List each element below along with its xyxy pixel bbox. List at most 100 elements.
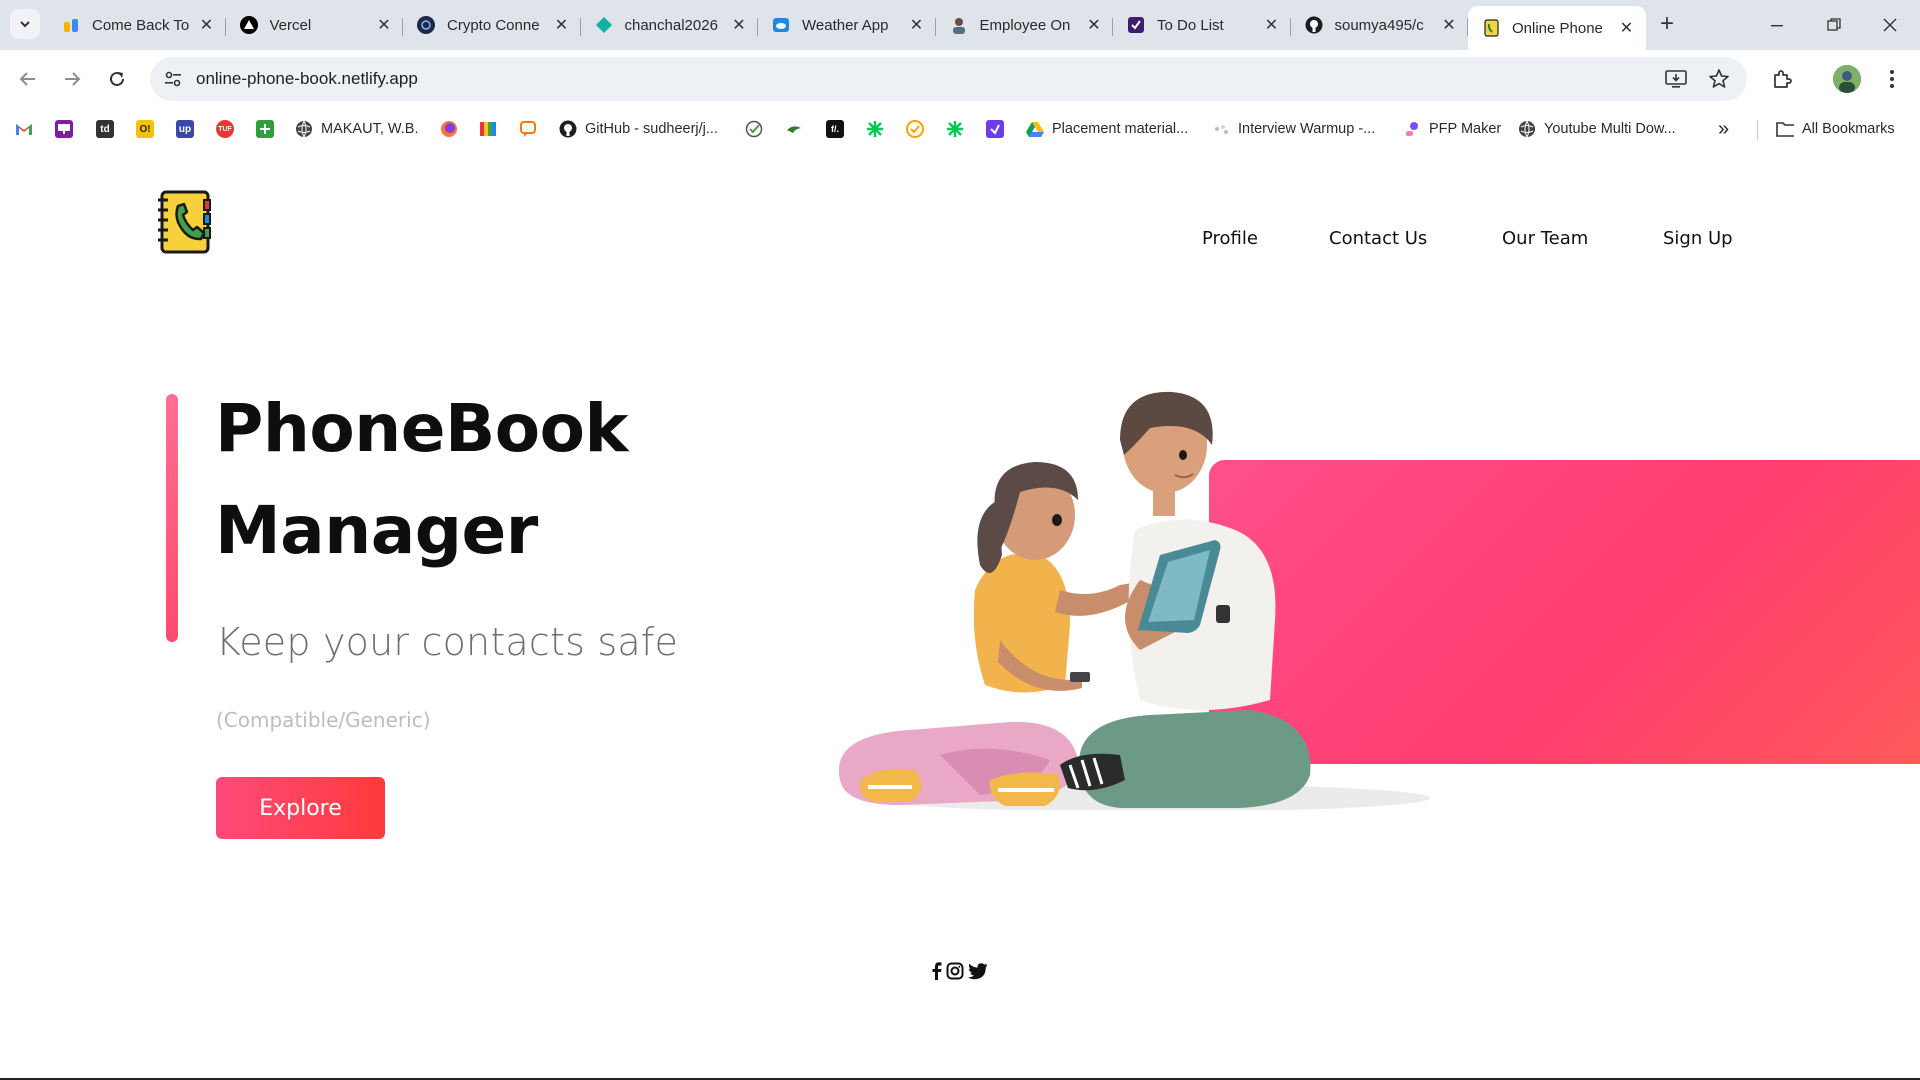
bookmark-chat[interactable] (519, 118, 537, 140)
bookmark-youtube-dl[interactable]: Youtube Multi Dow... (1518, 118, 1676, 140)
bookmark-orange-check[interactable] (906, 118, 924, 140)
folder-icon (1776, 120, 1794, 138)
site-logo[interactable] (156, 190, 212, 254)
bookmark-asterisk[interactable] (866, 118, 884, 140)
nav-profile[interactable]: Profile (1202, 228, 1258, 249)
extensions-button[interactable] (1768, 65, 1796, 93)
github-icon (1305, 16, 1323, 34)
o-icon: O! (136, 120, 154, 138)
explore-button[interactable]: Explore (216, 777, 385, 839)
close-icon[interactable]: ✕ (1440, 16, 1458, 34)
install-app-icon[interactable] (1664, 67, 1688, 91)
reload-icon (110, 71, 124, 86)
bookmark-code[interactable]: f/. (826, 118, 844, 140)
bookmark-up[interactable]: up (176, 118, 194, 140)
forward-button[interactable] (56, 63, 88, 95)
phonebook-logo-icon (158, 190, 211, 254)
restore-button[interactable] (1806, 0, 1862, 50)
close-icon (1883, 18, 1897, 32)
nav-sign-up[interactable]: Sign Up (1663, 228, 1733, 249)
bookmark-o[interactable]: O! (136, 118, 154, 140)
tab[interactable]: soumya495/c ✕ (1291, 6, 1468, 44)
presentation-icon (55, 120, 73, 138)
close-icon[interactable]: ✕ (908, 16, 926, 34)
bookmark-label: Youtube Multi Dow... (1544, 121, 1676, 137)
tab-search-button[interactable] (10, 9, 40, 39)
window-close-button[interactable] (1862, 0, 1918, 50)
nav-our-team[interactable]: Our Team (1502, 228, 1588, 249)
tab-active[interactable]: Online Phone ✕ (1468, 6, 1646, 50)
tab[interactable]: To Do List ✕ (1113, 6, 1291, 44)
bookmark-check[interactable] (745, 118, 763, 140)
purple-icon (986, 120, 1004, 138)
bookmark-label: Interview Warmup -... (1238, 121, 1376, 137)
pfp-icon (1403, 120, 1421, 138)
bird-icon (785, 120, 803, 138)
bookmark-interview[interactable]: Interview Warmup -... (1212, 118, 1375, 140)
all-bookmarks-button[interactable]: All Bookmarks (1776, 118, 1895, 140)
twitter-link[interactable] (968, 962, 988, 980)
bookmark-label: All Bookmarks (1802, 121, 1895, 137)
bookmark-purple[interactable] (986, 118, 1004, 140)
avatar-icon (1833, 65, 1861, 93)
close-icon[interactable]: ✕ (1618, 19, 1636, 37)
reload-button[interactable] (101, 63, 133, 95)
globe-icon (295, 120, 313, 138)
bookmark-star-icon[interactable] (1707, 67, 1731, 91)
nav-contact-us[interactable]: Contact Us (1329, 228, 1427, 249)
tab[interactable]: chanchal2026 ✕ (581, 6, 758, 44)
bookmark-gmail[interactable] (15, 118, 33, 140)
tab[interactable]: Employee On ✕ (936, 6, 1113, 44)
bookmark-github[interactable]: GitHub - sudheerj/j... (559, 118, 718, 140)
close-icon[interactable]: ✕ (730, 16, 748, 34)
bookmark-pfp[interactable]: PFP Maker (1403, 118, 1501, 140)
hero-subtitle: Keep your contacts safe (216, 620, 679, 664)
tab[interactable]: Vercel ✕ (226, 6, 403, 44)
address-bar[interactable]: online-phone-book.netlify.app (150, 57, 1747, 101)
up-icon: up (176, 120, 194, 138)
profile-avatar[interactable] (1833, 65, 1861, 93)
bookmark-tuf[interactable]: TUF (216, 118, 234, 140)
tab[interactable]: Weather App ✕ (758, 6, 936, 44)
back-button[interactable] (12, 63, 44, 95)
hero-title-line2: Manager (215, 492, 538, 569)
close-icon[interactable]: ✕ (198, 16, 216, 34)
bookmark-firefox[interactable] (440, 118, 458, 140)
bookmark-placement[interactable]: Placement material... (1026, 118, 1188, 140)
browser-menu-button[interactable] (1878, 65, 1906, 93)
tuf-icon: TUF (216, 120, 234, 138)
bookmark-td[interactable]: td (96, 118, 114, 140)
tab[interactable]: Crypto Conne ✕ (403, 6, 581, 44)
hero-title-line1: PhoneBook (215, 390, 628, 467)
bookmark-bird[interactable] (785, 118, 803, 140)
bookmark-makaut[interactable]: MAKAUT, W.B. (295, 118, 419, 140)
chevron-down-icon (20, 21, 30, 28)
todo-icon (1127, 16, 1145, 34)
bookmark-green-grid[interactable] (256, 118, 274, 140)
bookmark-colorbars[interactable] (479, 118, 497, 140)
close-icon[interactable]: ✕ (375, 16, 393, 34)
tab-list: Come Back To ✕ Vercel ✕ Crypto Conne ✕ c… (48, 6, 1646, 50)
bookmark-presentation[interactable] (55, 118, 73, 140)
bookmarks-overflow-button[interactable]: » (1718, 118, 1729, 140)
tab-title: Come Back To (92, 16, 190, 34)
new-tab-button[interactable]: + (1652, 9, 1682, 39)
bookmarks-bar: td O! up TUF MAKAUT, W.B. GitHub - sudhe… (0, 108, 1920, 150)
employee-icon (950, 16, 968, 34)
url-text[interactable]: online-phone-book.netlify.app (196, 69, 418, 89)
facebook-link[interactable] (932, 962, 942, 980)
site-info-icon[interactable] (162, 68, 184, 90)
tab[interactable]: Come Back To ✕ (48, 6, 226, 44)
tab-title: Crypto Conne (447, 16, 540, 34)
bookmark-asterisk2[interactable] (946, 118, 964, 140)
instagram-link[interactable] (946, 962, 964, 980)
warmup-icon (1212, 120, 1230, 138)
close-icon[interactable]: ✕ (553, 16, 571, 34)
close-icon[interactable]: ✕ (1085, 16, 1103, 34)
puzzle-icon (1774, 70, 1792, 88)
tab-title: Vercel (269, 16, 312, 34)
close-icon[interactable]: ✕ (1263, 16, 1281, 34)
firefox-icon (440, 120, 458, 138)
code-icon: f/. (826, 120, 844, 138)
minimize-button[interactable] (1749, 0, 1805, 50)
